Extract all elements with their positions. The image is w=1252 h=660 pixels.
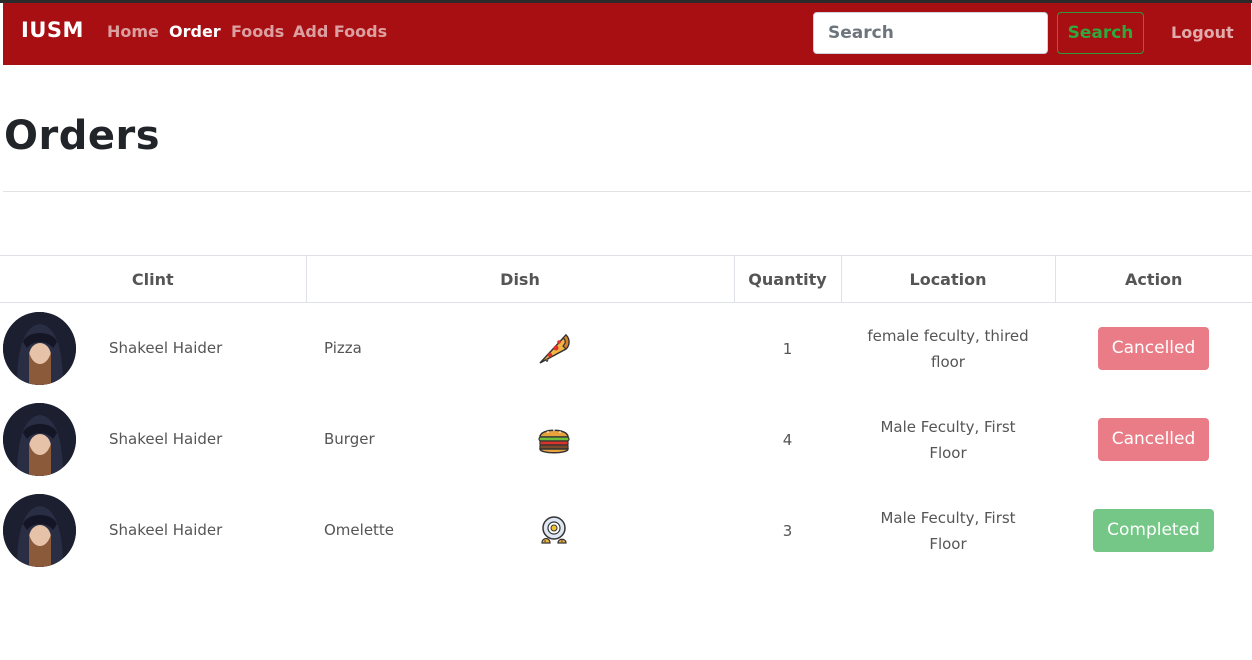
action-cell: Cancelled xyxy=(1055,303,1252,395)
quantity-cell: 3 xyxy=(782,521,793,540)
orders-table: Clint Dish Quantity Location Action Shak… xyxy=(0,255,1252,576)
client-cell: Shakeel Haider xyxy=(0,485,306,576)
header-quantity[interactable]: Quantity xyxy=(733,255,841,303)
header-dish[interactable]: Dish xyxy=(305,255,734,303)
avatar xyxy=(3,494,76,567)
search-button[interactable]: Search xyxy=(1057,12,1144,54)
page-title: Orders xyxy=(4,113,161,159)
avatar xyxy=(3,403,76,476)
nav-link-order[interactable]: Order xyxy=(169,22,221,41)
quantity-cell: 1 xyxy=(782,339,793,358)
location-cell: Male Feculty, First Floor xyxy=(880,417,1016,462)
user-avatar-icon xyxy=(3,312,76,385)
client-name: Shakeel Haider xyxy=(109,430,223,448)
table-header-row: Clint Dish Quantity Location Action xyxy=(0,255,1252,303)
dish-cell: Omelette xyxy=(306,485,734,576)
navbar: IUSM Home Order Foods Add Foods Search L… xyxy=(3,3,1251,65)
title-divider xyxy=(3,191,1251,192)
client-name: Shakeel Haider xyxy=(109,339,223,357)
dish-name: Burger xyxy=(324,430,375,448)
nav-link-home[interactable]: Home xyxy=(107,22,159,41)
table-row: Shakeel Haider Pizza 1 female feculty, t… xyxy=(0,303,1252,395)
avatar xyxy=(3,312,76,385)
nav-link-add-foods[interactable]: Add Foods xyxy=(293,22,387,41)
header-location[interactable]: Location xyxy=(840,255,1055,303)
table-row: Shakeel Haider Burger 4 Male Feculty, Fi… xyxy=(0,394,1252,485)
nav-link-foods[interactable]: Foods xyxy=(231,22,284,41)
location-cell: female feculty, thired floor xyxy=(867,326,1029,371)
search-input[interactable] xyxy=(813,12,1048,54)
header-action[interactable]: Action xyxy=(1054,255,1252,303)
dish-cell: Burger xyxy=(306,394,734,485)
status-cancelled-button[interactable]: Cancelled xyxy=(1097,327,1210,370)
table-row: Shakeel Haider Omelette 3 Male Feculty, … xyxy=(0,485,1252,576)
omelette-icon xyxy=(541,516,567,544)
action-cell: Completed xyxy=(1055,485,1252,576)
location-cell: Male Feculty, First Floor xyxy=(880,508,1016,553)
client-name: Shakeel Haider xyxy=(109,521,223,539)
burger-icon xyxy=(538,429,570,454)
dish-name: Omelette xyxy=(324,521,395,539)
user-avatar-icon xyxy=(3,403,76,476)
logout-link[interactable]: Logout xyxy=(1171,23,1234,42)
header-client[interactable]: Clint xyxy=(0,255,306,303)
client-cell: Shakeel Haider xyxy=(0,303,306,395)
pizza-icon xyxy=(539,333,570,364)
client-cell: Shakeel Haider xyxy=(0,394,306,485)
dish-name: Pizza xyxy=(324,339,362,357)
brand-logo[interactable]: IUSM xyxy=(21,18,84,42)
quantity-cell: 4 xyxy=(782,430,793,449)
dish-cell: Pizza xyxy=(306,303,734,395)
status-completed-button[interactable]: Completed xyxy=(1093,509,1214,552)
user-avatar-icon xyxy=(3,494,76,567)
action-cell: Cancelled xyxy=(1055,394,1252,485)
status-cancelled-button[interactable]: Cancelled xyxy=(1097,418,1210,461)
